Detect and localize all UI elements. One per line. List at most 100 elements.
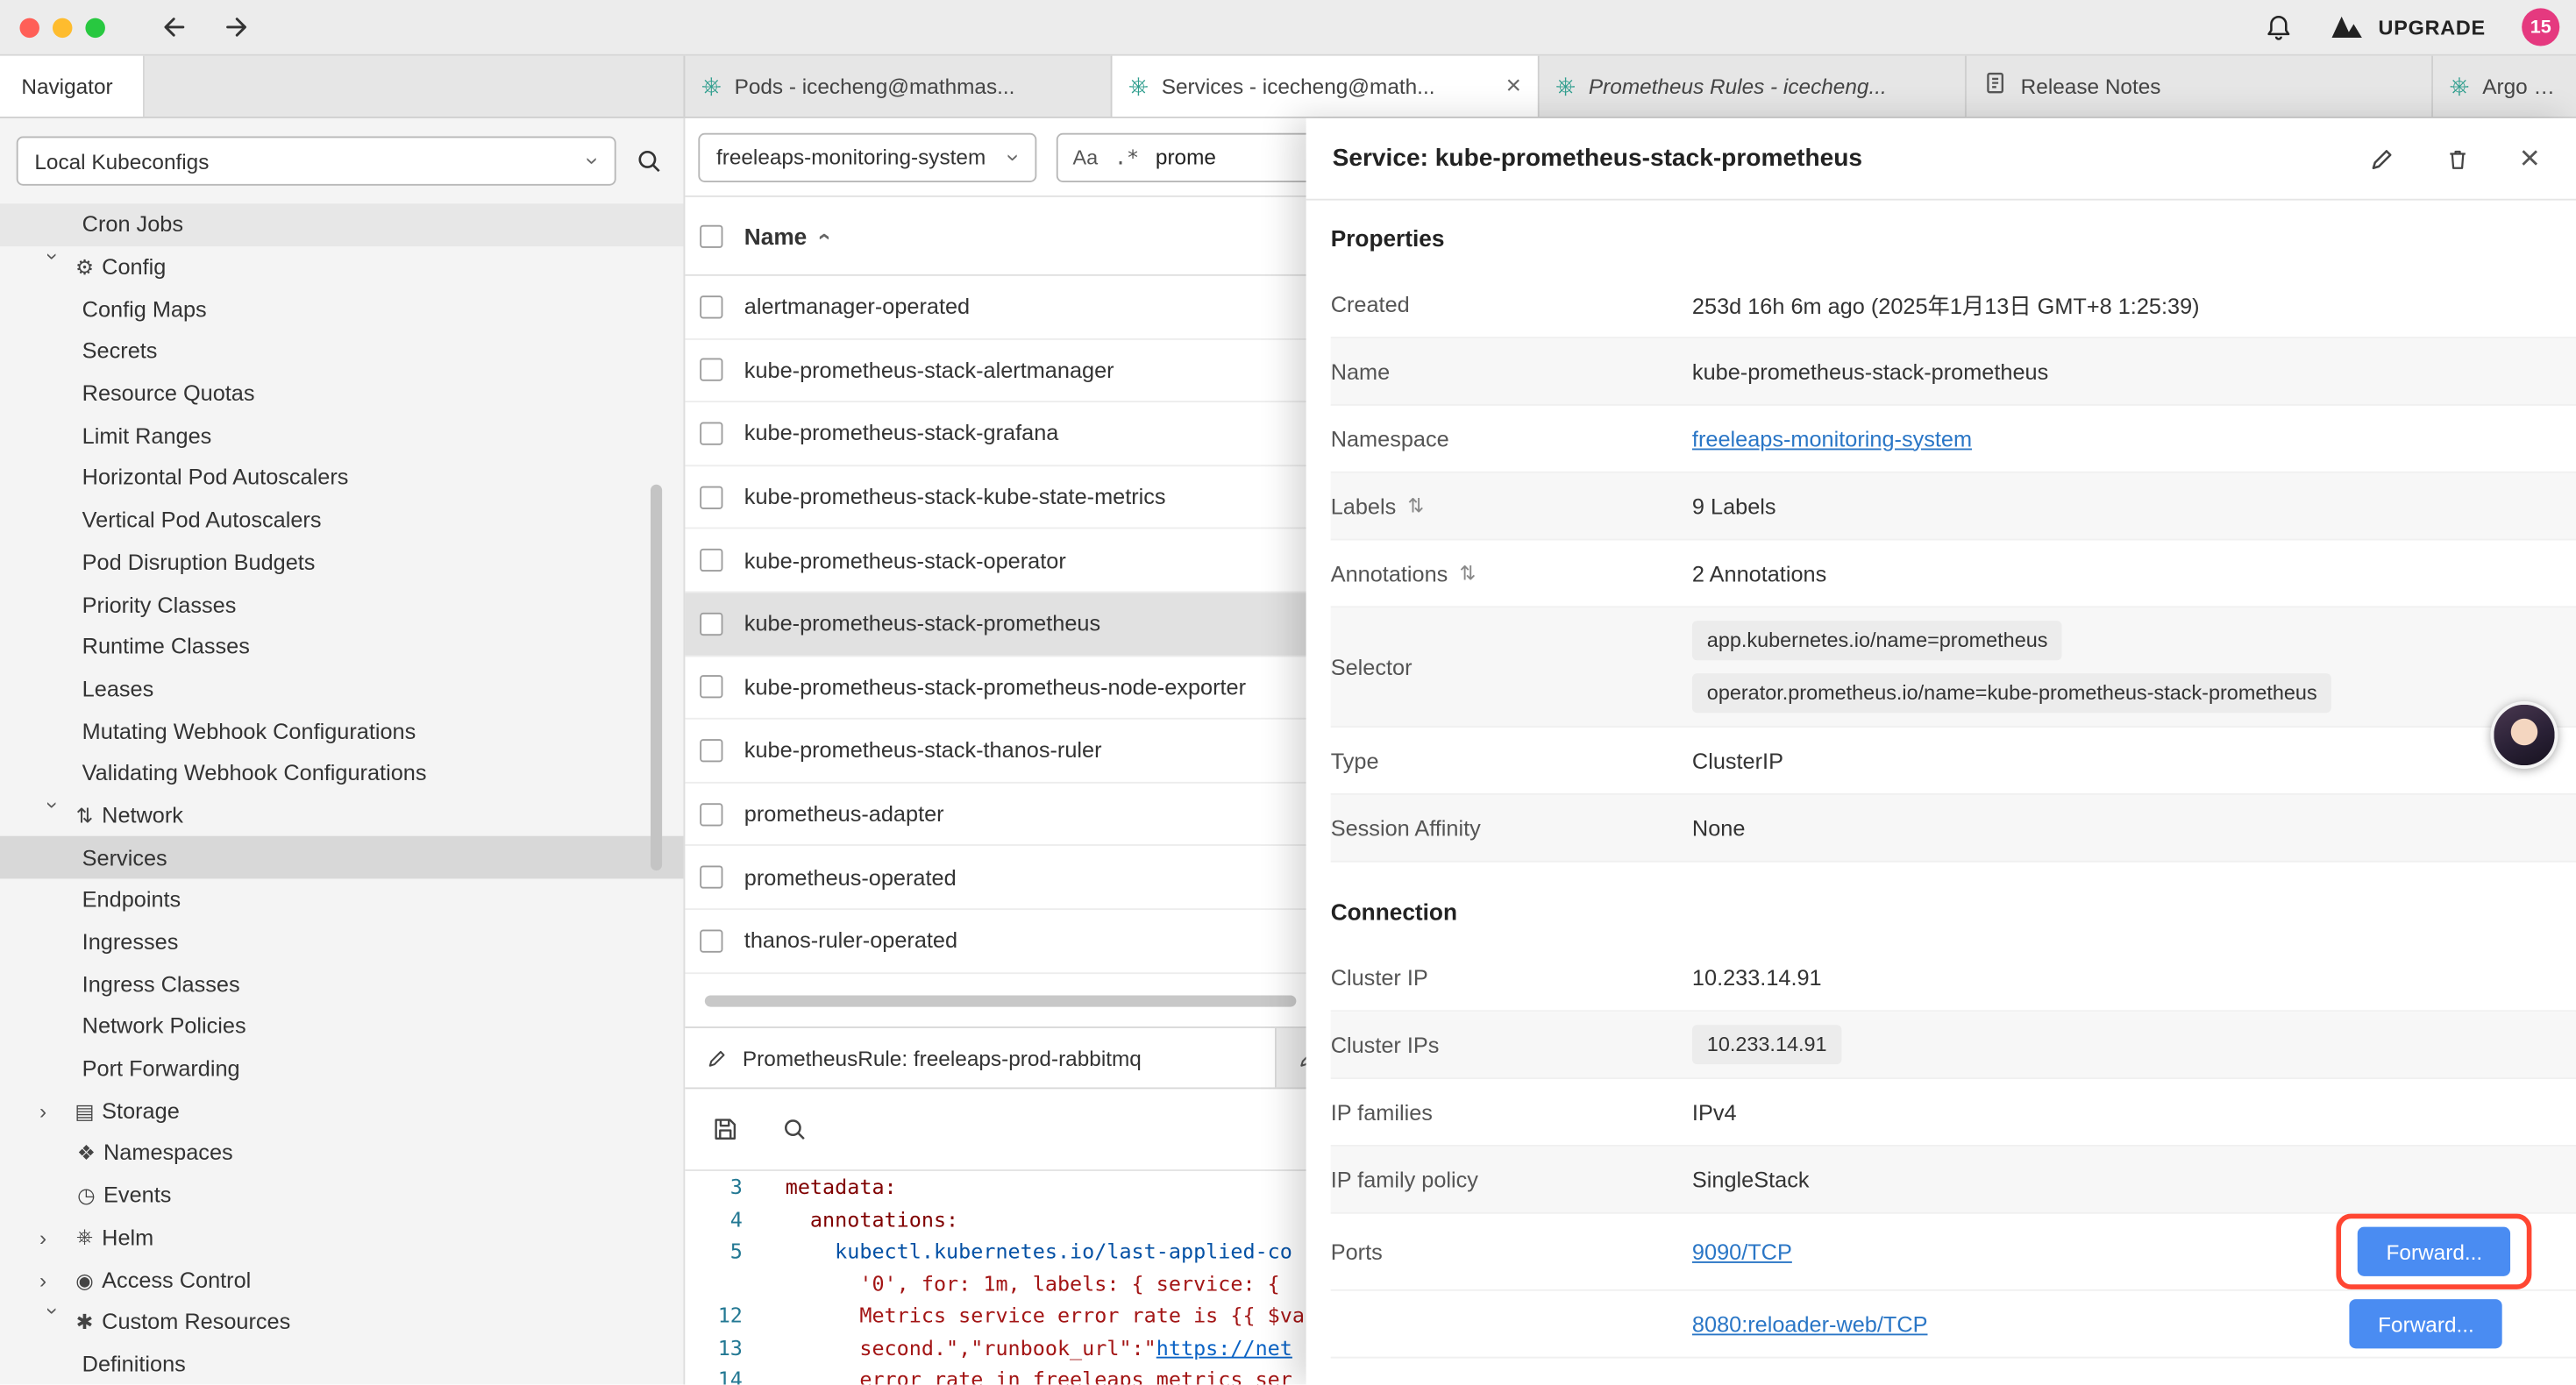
chevron-right-icon[interactable]: ›: [39, 1269, 68, 1290]
tab-pods-icecheng-mathmas[interactable]: ⎈Pods - icecheng@mathmas...: [685, 56, 1112, 117]
row-value: 2 Annotations: [1692, 561, 2537, 586]
sidebar-item-limit-ranges[interactable]: Limit Ranges: [0, 415, 683, 457]
row-checkbox[interactable]: [700, 802, 722, 825]
sidebar-item-runtime-classes[interactable]: Runtime Classes: [0, 626, 683, 668]
row-value: 9 Labels: [1692, 494, 2537, 518]
detail-row-namespace: Namespacefreeleaps-monitoring-system: [1331, 406, 2576, 473]
detail-row-annotations: Annotations⇅2 Annotations: [1331, 540, 2576, 607]
notification-count-badge[interactable]: 15: [2522, 8, 2559, 46]
detail-row-ip-families: IP familiesIPv4: [1331, 1079, 2576, 1147]
row-checkbox[interactable]: [700, 423, 722, 445]
sidebar-item-priority-classes[interactable]: Priority Classes: [0, 584, 683, 626]
sidebar-item-namespaces[interactable]: ❖Namespaces: [0, 1132, 683, 1174]
upgrade-button[interactable]: UPGRADE: [2329, 15, 2486, 39]
back-arrow-icon[interactable]: [161, 13, 189, 41]
sidebar-item-horizontal-pod-autoscalers[interactable]: Horizontal Pod Autoscalers: [0, 457, 683, 499]
tab-argo-se[interactable]: ⎈Argo Se...: [2433, 56, 2576, 117]
sidebar-item-events[interactable]: ◷Events: [0, 1174, 683, 1216]
forward-button[interactable]: Forward...: [2350, 1299, 2501, 1348]
sidebar-item-resource-quotas[interactable]: Resource Quotas: [0, 373, 683, 415]
sidebar-item-ingresses[interactable]: Ingresses: [0, 921, 683, 963]
row-checkbox[interactable]: [700, 486, 722, 508]
sidebar-item-vertical-pod-autoscalers[interactable]: Vertical Pod Autoscalers: [0, 499, 683, 541]
sidebar-scrollbar[interactable]: [651, 485, 662, 870]
chevron-right-icon[interactable]: ›: [39, 1100, 68, 1121]
namespace-link[interactable]: freeleaps-monitoring-system: [1692, 426, 1972, 451]
match-case-toggle[interactable]: Aa: [1073, 146, 1099, 168]
kubeconfig-row: Local Kubeconfigs ›: [0, 118, 683, 203]
maximize-window-button[interactable]: [85, 18, 104, 37]
horizontal-scrollbar[interactable]: [705, 995, 1297, 1006]
tab-prometheus-rules-icecheng[interactable]: ⎈Prometheus Rules - icecheng...: [1540, 56, 1967, 117]
edit-pencil-icon: [707, 1047, 728, 1068]
ports-row: Ports9090/TCPForward...: [1331, 1214, 2576, 1291]
minimize-window-button[interactable]: [53, 18, 72, 37]
port-link[interactable]: 8080:reloader-web/TCP: [1692, 1311, 1928, 1336]
sidebar-item-config-maps[interactable]: Config Maps: [0, 288, 683, 330]
sidebar-item-access-control[interactable]: ›◉Access Control: [0, 1259, 683, 1301]
user-avatar[interactable]: [2491, 701, 2558, 769]
dock-tab-prometheusrule[interactable]: PrometheusRule: freeleaps-prod-rabbitmq: [685, 1028, 1277, 1087]
name-column-header[interactable]: Name ›: [744, 223, 826, 249]
select-all-checkbox[interactable]: [700, 224, 722, 247]
row-checkbox[interactable]: [700, 866, 722, 889]
sidebar-item-ingress-classes[interactable]: Ingress Classes: [0, 963, 683, 1005]
sort-icon[interactable]: ⇅: [1459, 562, 1476, 585]
sidebar-item-storage[interactable]: ›▤Storage: [0, 1090, 683, 1132]
sidebar-item-network[interactable]: ›⇅Network: [0, 794, 683, 836]
sidebar-item-port-forwarding[interactable]: Port Forwarding: [0, 1048, 683, 1090]
port-link[interactable]: 9090/TCP: [1692, 1239, 1792, 1264]
sidebar-item-secrets[interactable]: Secrets: [0, 330, 683, 373]
row-checkbox[interactable]: [700, 359, 722, 381]
row-checkbox[interactable]: [700, 549, 722, 572]
sidebar-item-label: Storage: [102, 1098, 180, 1123]
row-checkbox[interactable]: [700, 739, 722, 762]
save-icon[interactable]: [711, 1115, 739, 1143]
edit-pencil-icon[interactable]: [2368, 146, 2395, 172]
notifications-bell-icon[interactable]: [2263, 12, 2293, 42]
chevron-down-icon[interactable]: ›: [43, 253, 64, 281]
navigator-panel-tab[interactable]: Navigator: [0, 56, 145, 117]
row-checkbox[interactable]: [700, 612, 722, 635]
sidebar-item-label: Runtime Classes: [82, 635, 250, 659]
sidebar-item-validating-webhook-configurations[interactable]: Validating Webhook Configurations: [0, 752, 683, 794]
close-drawer-icon[interactable]: ×: [2520, 141, 2540, 175]
sidebar-item-definitions[interactable]: Definitions: [0, 1343, 683, 1385]
close-tab-icon[interactable]: ×: [1506, 72, 1522, 102]
chevron-down-icon[interactable]: ›: [43, 801, 64, 829]
sidebar-item-leases[interactable]: Leases: [0, 668, 683, 710]
row-label: Created: [1331, 292, 1692, 316]
sidebar-item-endpoints[interactable]: Endpoints: [0, 878, 683, 920]
editor-search-icon[interactable]: [782, 1116, 808, 1142]
name-header-label: Name: [744, 223, 807, 249]
sidebar-item-custom-resources[interactable]: ›✱Custom Resources: [0, 1301, 683, 1343]
row-checkbox[interactable]: [700, 676, 722, 699]
regex-toggle[interactable]: .*: [1114, 145, 1139, 169]
sidebar-item-network-policies[interactable]: Network Policies: [0, 1005, 683, 1048]
sidebar-item-helm[interactable]: ›⎈Helm: [0, 1216, 683, 1258]
forward-arrow-icon[interactable]: [222, 13, 250, 41]
row-checkbox[interactable]: [700, 295, 722, 318]
tab-services-icecheng-math[interactable]: ⎈Services - icecheng@math...×: [1113, 56, 1540, 117]
sidebar-item-label: Secrets: [82, 339, 158, 364]
sidebar-item-services[interactable]: Services: [0, 836, 683, 878]
delete-trash-icon[interactable]: [2444, 146, 2471, 172]
forward-button[interactable]: Forward...: [2359, 1227, 2510, 1276]
dock-tab-label: PrometheusRule: freeleaps-prod-rabbitmq: [743, 1046, 1142, 1070]
sidebar-item-cron-jobs[interactable]: Cron Jobs: [0, 203, 683, 245]
namespace-filter-select[interactable]: freeleaps-monitoring-system ›: [698, 132, 1036, 181]
sort-icon[interactable]: ⇅: [1407, 494, 1424, 517]
row-label: Selector: [1331, 655, 1692, 679]
chevron-right-icon[interactable]: ›: [39, 1226, 68, 1247]
row-checkbox[interactable]: [700, 929, 722, 952]
row-value: 10.233.14.91: [1692, 965, 2537, 990]
close-window-button[interactable]: [19, 18, 39, 37]
kubeconfig-select[interactable]: Local Kubeconfigs ›: [17, 137, 616, 186]
sidebar-item-pod-disruption-budgets[interactable]: Pod Disruption Budgets: [0, 541, 683, 583]
chevron-down-icon[interactable]: ›: [43, 1308, 64, 1336]
tab-release-notes[interactable]: Release Notes: [1967, 56, 2433, 117]
sidebar-item-mutating-webhook-configurations[interactable]: Mutating Webhook Configurations: [0, 710, 683, 752]
sidebar-search-icon[interactable]: [636, 147, 664, 175]
sidebar-item-label: Network Policies: [82, 1014, 246, 1039]
sidebar-item-config[interactable]: ›⚙Config: [0, 245, 683, 288]
